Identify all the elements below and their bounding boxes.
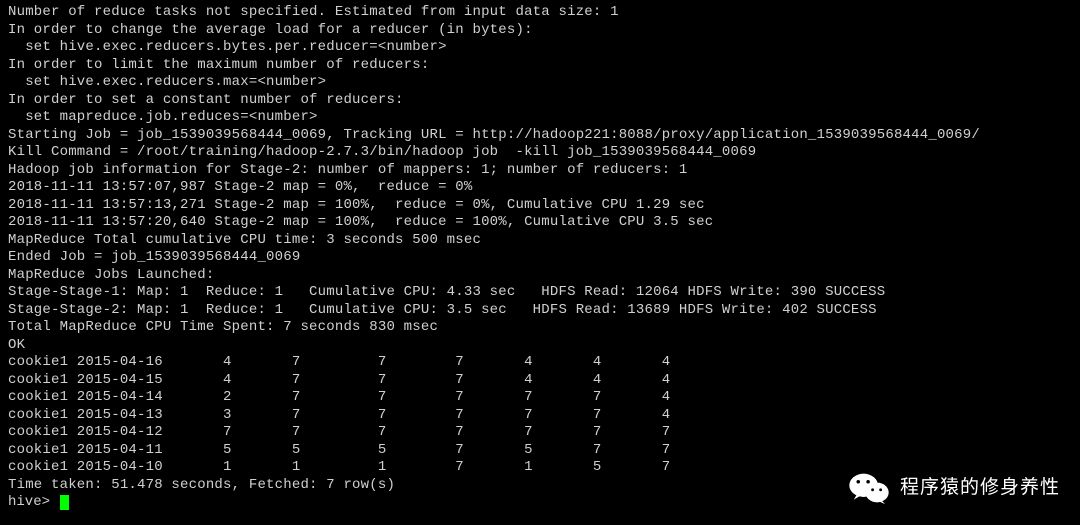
wechat-icon: [848, 471, 890, 505]
log-line: In order to change the average load for …: [8, 22, 1072, 40]
log-line: 2018-11-11 13:57:13,271 Stage-2 map = 10…: [8, 197, 1072, 215]
terminal-output: Number of reduce tasks not specified. Es…: [8, 4, 1072, 512]
table-row: cookie1 2015-04-11 5 5 5 7 5 7 7: [8, 442, 1072, 460]
log-line: Kill Command = /root/training/hadoop-2.7…: [8, 144, 1072, 162]
log-line: set hive.exec.reducers.max=<number>: [8, 74, 1072, 92]
log-line: In order to limit the maximum number of …: [8, 57, 1072, 75]
watermark: 程序猿的修身养性: [848, 471, 1060, 505]
log-line: MapReduce Jobs Launched:: [8, 267, 1072, 285]
table-row: cookie1 2015-04-13 3 7 7 7 7 7 4: [8, 407, 1072, 425]
log-line: Stage-Stage-2: Map: 1 Reduce: 1 Cumulati…: [8, 302, 1072, 320]
log-line: Hadoop job information for Stage-2: numb…: [8, 162, 1072, 180]
log-line: 2018-11-11 13:57:07,987 Stage-2 map = 0%…: [8, 179, 1072, 197]
log-line: set mapreduce.job.reduces=<number>: [8, 109, 1072, 127]
table-row: cookie1 2015-04-15 4 7 7 7 4 4 4: [8, 372, 1072, 390]
result-table: cookie1 2015-04-16 4 7 7 7 4 4 4cookie1 …: [8, 354, 1072, 477]
prompt-label: hive>: [8, 494, 58, 512]
table-row: cookie1 2015-04-12 7 7 7 7 7 7 7: [8, 424, 1072, 442]
table-row: cookie1 2015-04-14 2 7 7 7 7 7 4: [8, 389, 1072, 407]
log-line: Stage-Stage-1: Map: 1 Reduce: 1 Cumulati…: [8, 284, 1072, 302]
table-row: cookie1 2015-04-16 4 7 7 7 4 4 4: [8, 354, 1072, 372]
log-line: MapReduce Total cumulative CPU time: 3 s…: [8, 232, 1072, 250]
log-line: Starting Job = job_1539039568444_0069, T…: [8, 127, 1072, 145]
log-line: Number of reduce tasks not specified. Es…: [8, 4, 1072, 22]
log-line: OK: [8, 337, 1072, 355]
log-line: In order to set a constant number of red…: [8, 92, 1072, 110]
log-line: Ended Job = job_1539039568444_0069: [8, 249, 1072, 267]
log-line: 2018-11-11 13:57:20,640 Stage-2 map = 10…: [8, 214, 1072, 232]
watermark-text: 程序猿的修身养性: [900, 476, 1060, 500]
log-line: Total MapReduce CPU Time Spent: 7 second…: [8, 319, 1072, 337]
log-line: set hive.exec.reducers.bytes.per.reducer…: [8, 39, 1072, 57]
cursor: [60, 495, 69, 510]
